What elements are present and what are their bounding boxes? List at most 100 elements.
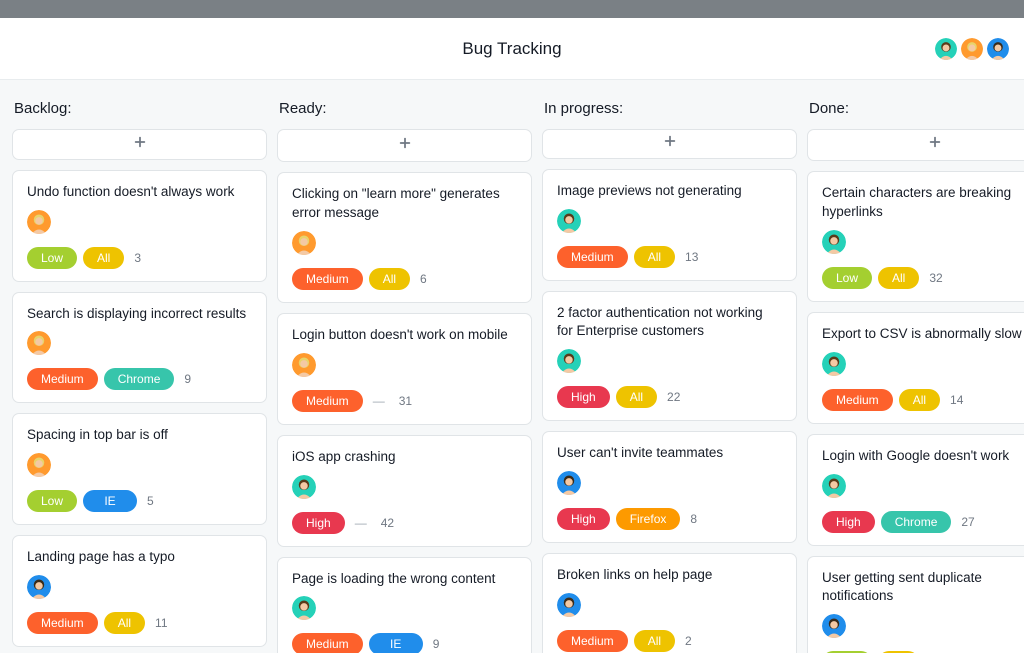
assignee-avatar[interactable] — [822, 614, 846, 638]
card-meta: LowAll32 — [822, 267, 1024, 289]
subtask-count: 2 — [685, 634, 692, 648]
assignee-avatar[interactable] — [27, 453, 51, 477]
card-meta: MediumAll14 — [822, 389, 1024, 411]
browser-pill: All — [634, 630, 675, 652]
priority-pill: Low — [27, 247, 77, 269]
priority-pill: Medium — [822, 389, 893, 411]
column-title: In progress: — [542, 100, 797, 117]
browser-pill: IE — [369, 633, 423, 653]
browser-pill: All — [616, 386, 657, 408]
priority-pill: Medium — [27, 612, 98, 634]
assignee-avatar[interactable] — [557, 209, 581, 233]
assignee-avatar[interactable] — [822, 230, 846, 254]
browser-pill: All — [369, 268, 410, 290]
board-header: Bug Tracking — [0, 18, 1024, 80]
window-titlebar — [0, 0, 1024, 18]
browser-pill: Chrome — [881, 511, 952, 533]
subtask-count: 27 — [961, 515, 974, 529]
assignee-avatar[interactable] — [822, 474, 846, 498]
browser-pill: IE — [83, 490, 137, 512]
card-title: Search is displaying incorrect results — [27, 305, 252, 324]
assignee-avatar[interactable] — [27, 210, 51, 234]
task-card[interactable]: Page is loading the wrong contentMediumI… — [277, 557, 532, 653]
priority-pill: Medium — [292, 633, 363, 653]
cards-container: Clicking on "learn more" generates error… — [277, 172, 532, 653]
subtask-count: 5 — [147, 494, 154, 508]
task-card[interactable]: Certain characters are breaking hyperlin… — [807, 171, 1024, 302]
column-title: Backlog: — [12, 100, 267, 117]
assignee-avatar[interactable] — [557, 593, 581, 617]
task-card[interactable]: Undo function doesn't always workLowAll3 — [12, 170, 267, 282]
card-title: Clicking on "learn more" generates error… — [292, 185, 517, 223]
task-card[interactable]: Spacing in top bar is offLowIE5 — [12, 413, 267, 525]
priority-pill: Medium — [292, 390, 363, 412]
add-card-button[interactable] — [542, 129, 797, 159]
cards-container: Certain characters are breaking hyperlin… — [807, 171, 1024, 653]
add-card-button[interactable] — [12, 129, 267, 160]
add-card-button[interactable] — [807, 129, 1024, 161]
task-card[interactable]: Login with Google doesn't workHighChrome… — [807, 434, 1024, 546]
priority-pill: High — [557, 386, 610, 408]
task-card[interactable]: 2 factor authentication not working for … — [542, 291, 797, 422]
plus-icon — [928, 135, 942, 154]
plus-icon — [663, 134, 677, 153]
task-card[interactable]: Clicking on "learn more" generates error… — [277, 172, 532, 303]
card-meta: HighChrome27 — [822, 511, 1024, 533]
task-card[interactable]: iOS app crashing High — 42 — [277, 435, 532, 547]
task-card[interactable]: Broken links on help pageMediumAll2 — [542, 553, 797, 653]
browser-pill: All — [83, 247, 124, 269]
subtask-count: 42 — [381, 516, 394, 530]
subtask-count: 31 — [399, 394, 412, 408]
priority-pill: High — [292, 512, 345, 534]
task-card[interactable]: User getting sent duplicate notification… — [807, 556, 1024, 653]
browser-pill-empty: — — [351, 512, 371, 534]
card-title: Broken links on help page — [557, 566, 782, 585]
task-card[interactable]: Search is displaying incorrect resultsMe… — [12, 292, 267, 404]
card-title: Login with Google doesn't work — [822, 447, 1024, 466]
browser-pill-empty: — — [369, 390, 389, 412]
assignee-avatar[interactable] — [292, 231, 316, 255]
assignee-avatar[interactable] — [292, 353, 316, 377]
column-title: Ready: — [277, 100, 532, 117]
assignee-avatar[interactable] — [27, 331, 51, 355]
task-card[interactable]: Image previews not generatingMediumAll13 — [542, 169, 797, 281]
assignee-avatar[interactable] — [557, 471, 581, 495]
task-card[interactable]: Login button doesn't work on mobileMediu… — [277, 313, 532, 425]
board-members[interactable] — [934, 37, 1010, 61]
board-column: In progress: Image previews not generatin… — [542, 100, 797, 653]
add-card-button[interactable] — [277, 129, 532, 162]
card-title: iOS app crashing — [292, 448, 517, 467]
card-meta: LowAll3 — [27, 247, 252, 269]
member-avatar[interactable] — [986, 37, 1010, 61]
assignee-avatar[interactable] — [27, 575, 51, 599]
member-avatar[interactable] — [934, 37, 958, 61]
browser-pill: All — [878, 267, 919, 289]
column-title: Done: — [807, 100, 1024, 117]
card-title: Image previews not generating — [557, 182, 782, 201]
priority-pill: Low — [822, 267, 872, 289]
assignee-avatar[interactable] — [822, 352, 846, 376]
plus-icon — [133, 135, 147, 154]
assignee-avatar[interactable] — [292, 475, 316, 499]
task-card[interactable]: User can't invite teammates HighFirefox8 — [542, 431, 797, 543]
card-meta: MediumChrome9 — [27, 368, 252, 390]
card-meta: HighFirefox8 — [557, 508, 782, 530]
kanban-board: Backlog:Undo function doesn't always wor… — [0, 80, 1024, 653]
priority-pill: Low — [27, 490, 77, 512]
card-meta: MediumAll2 — [557, 630, 782, 652]
card-meta: MediumAll6 — [292, 268, 517, 290]
task-card[interactable]: Landing page has a typoMediumAll11 — [12, 535, 267, 647]
card-meta: High All 22 — [557, 386, 782, 408]
assignee-avatar[interactable] — [557, 349, 581, 373]
subtask-count: 22 — [667, 390, 680, 404]
browser-pill: All — [104, 612, 145, 634]
card-title: User getting sent duplicate notification… — [822, 569, 1024, 607]
card-meta: High — 42 — [292, 512, 517, 534]
subtask-count: 9 — [184, 372, 191, 386]
card-title: User can't invite teammates — [557, 444, 782, 463]
task-card[interactable]: Export to CSV is abnormally slowMediumAl… — [807, 312, 1024, 424]
cards-container: Undo function doesn't always workLowAll3… — [12, 170, 267, 653]
browser-pill: Chrome — [104, 368, 175, 390]
member-avatar[interactable] — [960, 37, 984, 61]
assignee-avatar[interactable] — [292, 596, 316, 620]
